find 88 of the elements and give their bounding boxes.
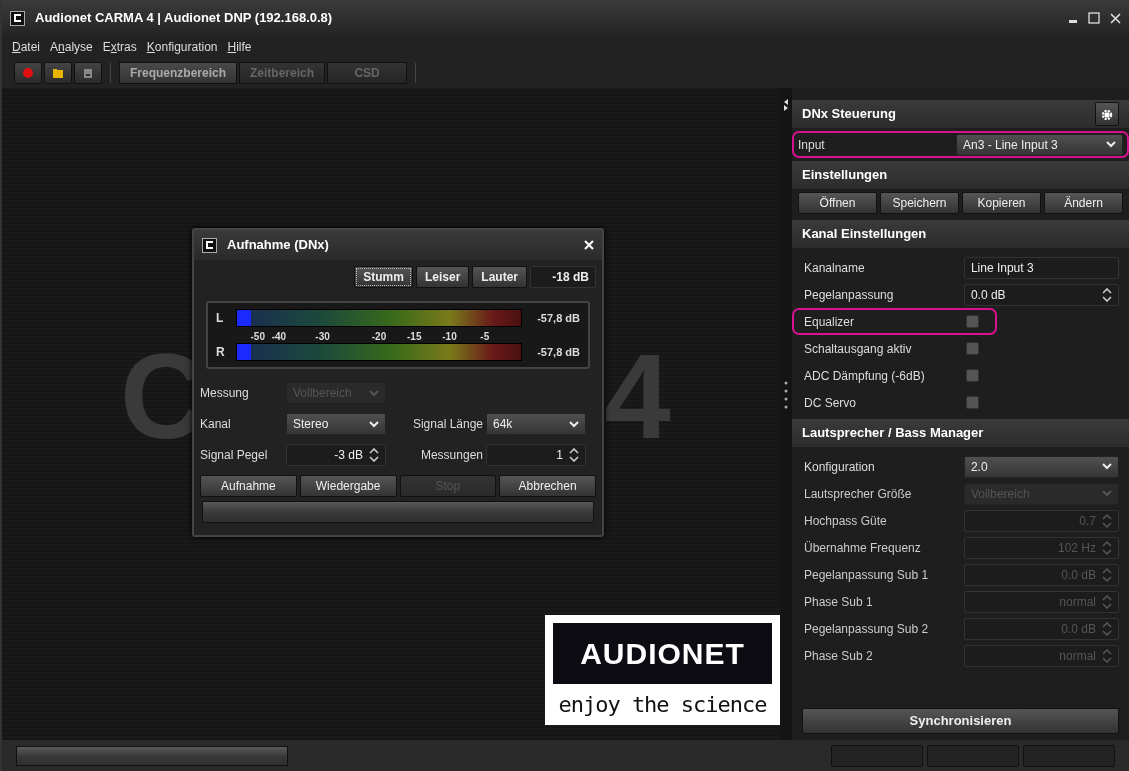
checkbox[interactable] [966, 315, 979, 328]
field-label: Konfiguration [804, 458, 876, 476]
scale-label: -30 [315, 330, 330, 344]
record-button[interactable] [14, 62, 42, 84]
scale-label: -15 [407, 330, 422, 344]
spin-field[interactable]: -3 dB [286, 444, 386, 466]
field-label: Messungen [419, 447, 483, 464]
field-label: Equalizer [804, 313, 856, 331]
field-label: Input [798, 136, 826, 154]
action-button[interactable]: Abbrechen [499, 475, 596, 497]
field-label: Messung [200, 385, 250, 402]
scale-label: -5 [480, 330, 490, 344]
panel-button[interactable]: Ändern [1044, 192, 1123, 214]
checkbox[interactable] [966, 396, 979, 409]
field-label: DC Servo [804, 394, 857, 412]
dropdown[interactable]: 2.0 [963, 455, 1119, 478]
field-label: Schaltausgang aktiv [804, 340, 913, 358]
volume-button[interactable]: Stumm [354, 266, 413, 288]
field-label: Phase Sub 2 [804, 647, 874, 665]
chevron-down-icon [1106, 141, 1116, 148]
field-label: Hochpass Güte [804, 512, 888, 530]
field-label: Pegelanpassung Sub 2 [804, 620, 930, 638]
section-title: Einstellungen [802, 166, 888, 185]
window-title: Audionet CARMA 4 | Audionet DNP (192.168.0.8) [35, 9, 333, 28]
scale-label: -10 [442, 330, 457, 344]
checkbox[interactable] [966, 342, 979, 355]
volume-button[interactable]: Lauter [472, 266, 527, 288]
menu-item[interactable]: Extras [102, 38, 137, 56]
settings-button[interactable] [1095, 102, 1119, 126]
save-button[interactable] [74, 62, 102, 84]
collapse-arrows-icon[interactable] [783, 98, 789, 112]
maximize-icon[interactable] [1088, 12, 1100, 24]
spin-field[interactable]: 1 [486, 444, 586, 466]
splitter-handle-icon[interactable] [784, 380, 788, 410]
field-label: Kanal [200, 416, 232, 433]
level-reading: -57,8 dB [536, 310, 580, 326]
record-icon [23, 68, 33, 78]
folder-icon [53, 68, 63, 78]
chevron-down-icon [369, 389, 379, 397]
level-reading: -57,8 dB [536, 344, 580, 360]
dropdown[interactable]: 64k [486, 413, 586, 435]
action-button[interactable]: Aufnahme [200, 475, 297, 497]
field-label: Pegelanpassung [804, 286, 895, 304]
field-label: Lautsprecher Größe [804, 485, 913, 503]
field-label: Kanalname [804, 259, 866, 277]
section-title: DNx Steuerung [802, 105, 896, 124]
menu-item[interactable]: Analyse [50, 38, 93, 56]
scale-label: -50 [250, 330, 265, 344]
dropdown[interactable]: Stereo [286, 413, 386, 435]
channel-label: R [216, 344, 226, 361]
chevron-down-icon [1102, 463, 1112, 470]
field-label: Phase Sub 1 [804, 593, 874, 611]
close-icon[interactable] [1110, 12, 1121, 24]
tab[interactable]: Frequenzbereich [119, 62, 238, 84]
checkbox[interactable] [966, 369, 979, 382]
logo-tagline: enjoy the science [557, 691, 768, 719]
dialog-title: Aufnahme (DNx) [227, 236, 330, 255]
app-logo-icon [202, 237, 217, 253]
app-logo-icon [10, 10, 25, 26]
field-label: Signal Pegel [200, 447, 269, 464]
field-label: ADC Dämpfung (-6dB) [804, 367, 926, 385]
settings-icon [1101, 108, 1113, 121]
scale-label: -40 [271, 330, 287, 344]
menu-item[interactable]: Datei [12, 38, 41, 56]
chevron-down-icon [569, 420, 579, 428]
volume-button[interactable]: Leiser [415, 266, 470, 288]
section-title: Kanal Einstellungen [802, 225, 927, 244]
field-label: Signal Länge [411, 416, 483, 433]
chevron-down-icon [369, 420, 379, 428]
channel-label: L [216, 310, 225, 327]
dropdown[interactable]: An3 - Line Input 3 [956, 133, 1123, 156]
chevron-down-icon [1102, 490, 1112, 497]
synchronize-button[interactable]: Synchronisieren [802, 708, 1119, 734]
field-label: Pegelanpassung Sub 1 [804, 566, 930, 584]
panel-button[interactable]: Öffnen [798, 192, 877, 214]
logo-name: AUDIONET [553, 623, 772, 684]
text-field[interactable]: Line Input 3 [963, 256, 1119, 279]
menu-item[interactable]: Hilfe [227, 38, 252, 56]
panel-button[interactable]: Speichern [880, 192, 959, 214]
menu-item[interactable]: Konfiguration [146, 38, 218, 56]
spin-field[interactable]: 0.0 dB [963, 283, 1119, 306]
volume-field: -18 dB [530, 266, 596, 288]
action-button[interactable]: Wiedergabe [299, 475, 397, 497]
section-title: Lautsprecher / Bass Manager [802, 424, 984, 443]
panel-button[interactable]: Kopieren [962, 192, 1041, 214]
field-label: Übernahme Frequenz [804, 539, 922, 557]
open-button[interactable] [44, 62, 72, 84]
scale-label: -20 [371, 330, 387, 344]
